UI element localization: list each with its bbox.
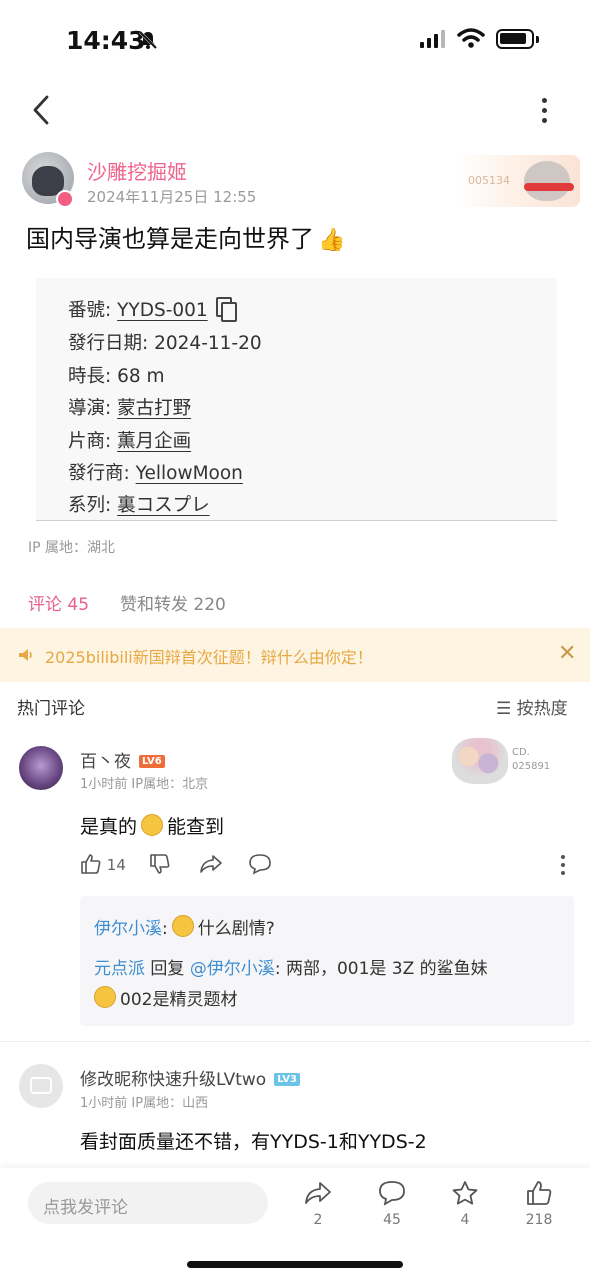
sort-lines-icon: ☰ xyxy=(496,699,517,719)
thumbs-up-emoji: 👍 xyxy=(318,228,346,253)
status-time: 14:43 xyxy=(66,26,146,55)
info-row-director: 導演: 蒙古打野 xyxy=(68,398,192,419)
commenter-avatar[interactable] xyxy=(19,746,63,790)
divider xyxy=(0,1041,590,1042)
fan-badge[interactable]: 005134 xyxy=(456,155,580,207)
post-text-content: 国内导演也算是走向世界了 xyxy=(26,225,314,253)
level-badge: LV6 xyxy=(139,755,165,768)
share-button[interactable]: 2 xyxy=(288,1180,348,1228)
mascot-icon xyxy=(524,161,570,201)
level-badge: LV3 xyxy=(274,1073,300,1086)
comment-input[interactable]: 点我发评论 xyxy=(28,1182,268,1224)
comment-more-icon[interactable] xyxy=(561,855,565,875)
laughing-emoji-icon xyxy=(141,814,164,836)
notice-banner[interactable]: 2025bilibili新国辩首次征题！辩什么由你定！ ✕ xyxy=(0,628,590,682)
more-options-icon[interactable] xyxy=(542,98,547,123)
comment-icon xyxy=(379,1181,405,1206)
tab-likes-reposts[interactable]: 赞和转发 220 xyxy=(120,590,226,615)
reply-thread[interactable]: 伊尔小溪: 什么剧情? 元点派 回复 @伊尔小溪: 两部，001是 3Z 的鲨鱼妹… xyxy=(80,896,574,1026)
hot-comments-title: 热门评论 xyxy=(17,699,85,719)
comment-text: 看封面质量还不错，有YYDS-1和YYDS-2 xyxy=(80,1131,427,1153)
comment-meta: 1小时前 IP属地：山西 xyxy=(80,1096,209,1111)
info-row-code: 番號: YYDS-001 xyxy=(68,296,237,322)
home-indicator xyxy=(187,1261,403,1268)
bell-mute-icon xyxy=(138,30,158,50)
fan-badge-number: 005134 xyxy=(468,174,510,187)
reply-item-continued: 002是精灵题材 xyxy=(94,985,237,1010)
wifi-icon xyxy=(457,28,485,48)
comment-meta: 1小时前 IP属地：北京 xyxy=(80,777,209,792)
post-date: 2024年11月25日 12:55 xyxy=(87,188,257,206)
default-tv-avatar-icon xyxy=(30,1077,52,1094)
info-row-duration: 時長: 68 m xyxy=(68,366,165,387)
characters-image xyxy=(452,738,508,784)
reply-item: 伊尔小溪: 什么剧情? xyxy=(94,914,275,939)
star-icon xyxy=(452,1181,478,1205)
reply-user[interactable]: 伊尔小溪 xyxy=(94,919,162,939)
commenter-fan-badge[interactable]: CD. 025891 xyxy=(452,736,564,786)
laughing-emoji-icon xyxy=(94,986,116,1008)
code-link[interactable]: YYDS-001 xyxy=(117,300,208,321)
publisher-link[interactable]: YellowMoon xyxy=(136,463,243,484)
reply-icon[interactable] xyxy=(248,853,272,875)
share-count: 2 xyxy=(313,1212,323,1228)
reply-item: 元点派 回复 @伊尔小溪: 两部，001是 3Z 的鲨鱼妹 xyxy=(94,959,488,979)
director-link[interactable]: 蒙古打野 xyxy=(117,398,191,419)
comment-count: 45 xyxy=(383,1212,401,1228)
thumbs-up-icon xyxy=(81,854,101,874)
info-row-publisher: 發行商: YellowMoon xyxy=(68,463,243,484)
info-row-series: 系列: 裏コスプレ xyxy=(68,495,210,516)
video-info-card: 番號: YYDS-001 發行日期: 2024-11-20 時長: 68 m 導… xyxy=(36,278,557,521)
like-count: 14 xyxy=(106,856,126,874)
series-link[interactable]: 裏コスプレ xyxy=(117,495,210,516)
comment-input-placeholder: 点我发评论 xyxy=(43,1198,128,1218)
thumbs-up-icon xyxy=(527,1181,552,1205)
thumbs-down-icon[interactable] xyxy=(149,853,171,875)
commenter-name[interactable]: 修改昵称快速升级LVtwo LV3 xyxy=(80,1065,300,1090)
back-arrow-icon[interactable] xyxy=(30,94,52,126)
battery-icon xyxy=(496,29,539,49)
close-icon[interactable]: ✕ xyxy=(558,643,576,665)
comment-button[interactable]: 45 xyxy=(362,1180,422,1228)
shocked-emoji-icon xyxy=(171,915,194,937)
info-row-studio: 片商: 薫月企画 xyxy=(68,431,192,452)
info-row-release-date: 發行日期: 2024-11-20 xyxy=(68,333,262,354)
post-text: 国内导演也算是走向世界了 👍 xyxy=(26,219,345,254)
commenter-avatar[interactable] xyxy=(19,1064,63,1108)
post-ip-location: IP 属地：湖北 xyxy=(28,540,116,556)
author-name[interactable]: 沙雕挖掘姬 xyxy=(87,156,187,185)
favorite-button[interactable]: 4 xyxy=(435,1180,495,1228)
commenter-name[interactable]: 百丶夜 LV6 xyxy=(80,747,165,772)
speaker-icon xyxy=(19,649,32,661)
signal-icon xyxy=(420,30,445,48)
share-icon[interactable] xyxy=(199,853,223,875)
favorite-count: 4 xyxy=(460,1212,470,1228)
share-icon xyxy=(305,1182,331,1204)
badge-number: 025891 xyxy=(512,761,551,772)
reply-mention[interactable]: @伊尔小溪 xyxy=(190,959,275,979)
avatar-verify-badge xyxy=(56,190,74,208)
studio-link[interactable]: 薫月企画 xyxy=(117,431,191,452)
comment-text: 是真的 能查到 xyxy=(80,814,225,838)
reply-user[interactable]: 元点派 xyxy=(94,959,145,979)
copy-icon[interactable] xyxy=(215,297,237,322)
like-button[interactable]: 218 xyxy=(509,1180,569,1228)
like-count: 218 xyxy=(525,1212,553,1228)
tab-comments[interactable]: 评论 45 xyxy=(28,590,89,615)
sort-button[interactable]: ☰ 按热度 xyxy=(496,694,568,719)
sort-label: 按热度 xyxy=(516,699,568,719)
notice-text: 2025bilibili新国辩首次征题！辩什么由你定！ xyxy=(45,648,373,667)
comment-like-button[interactable]: 14 xyxy=(80,853,126,875)
